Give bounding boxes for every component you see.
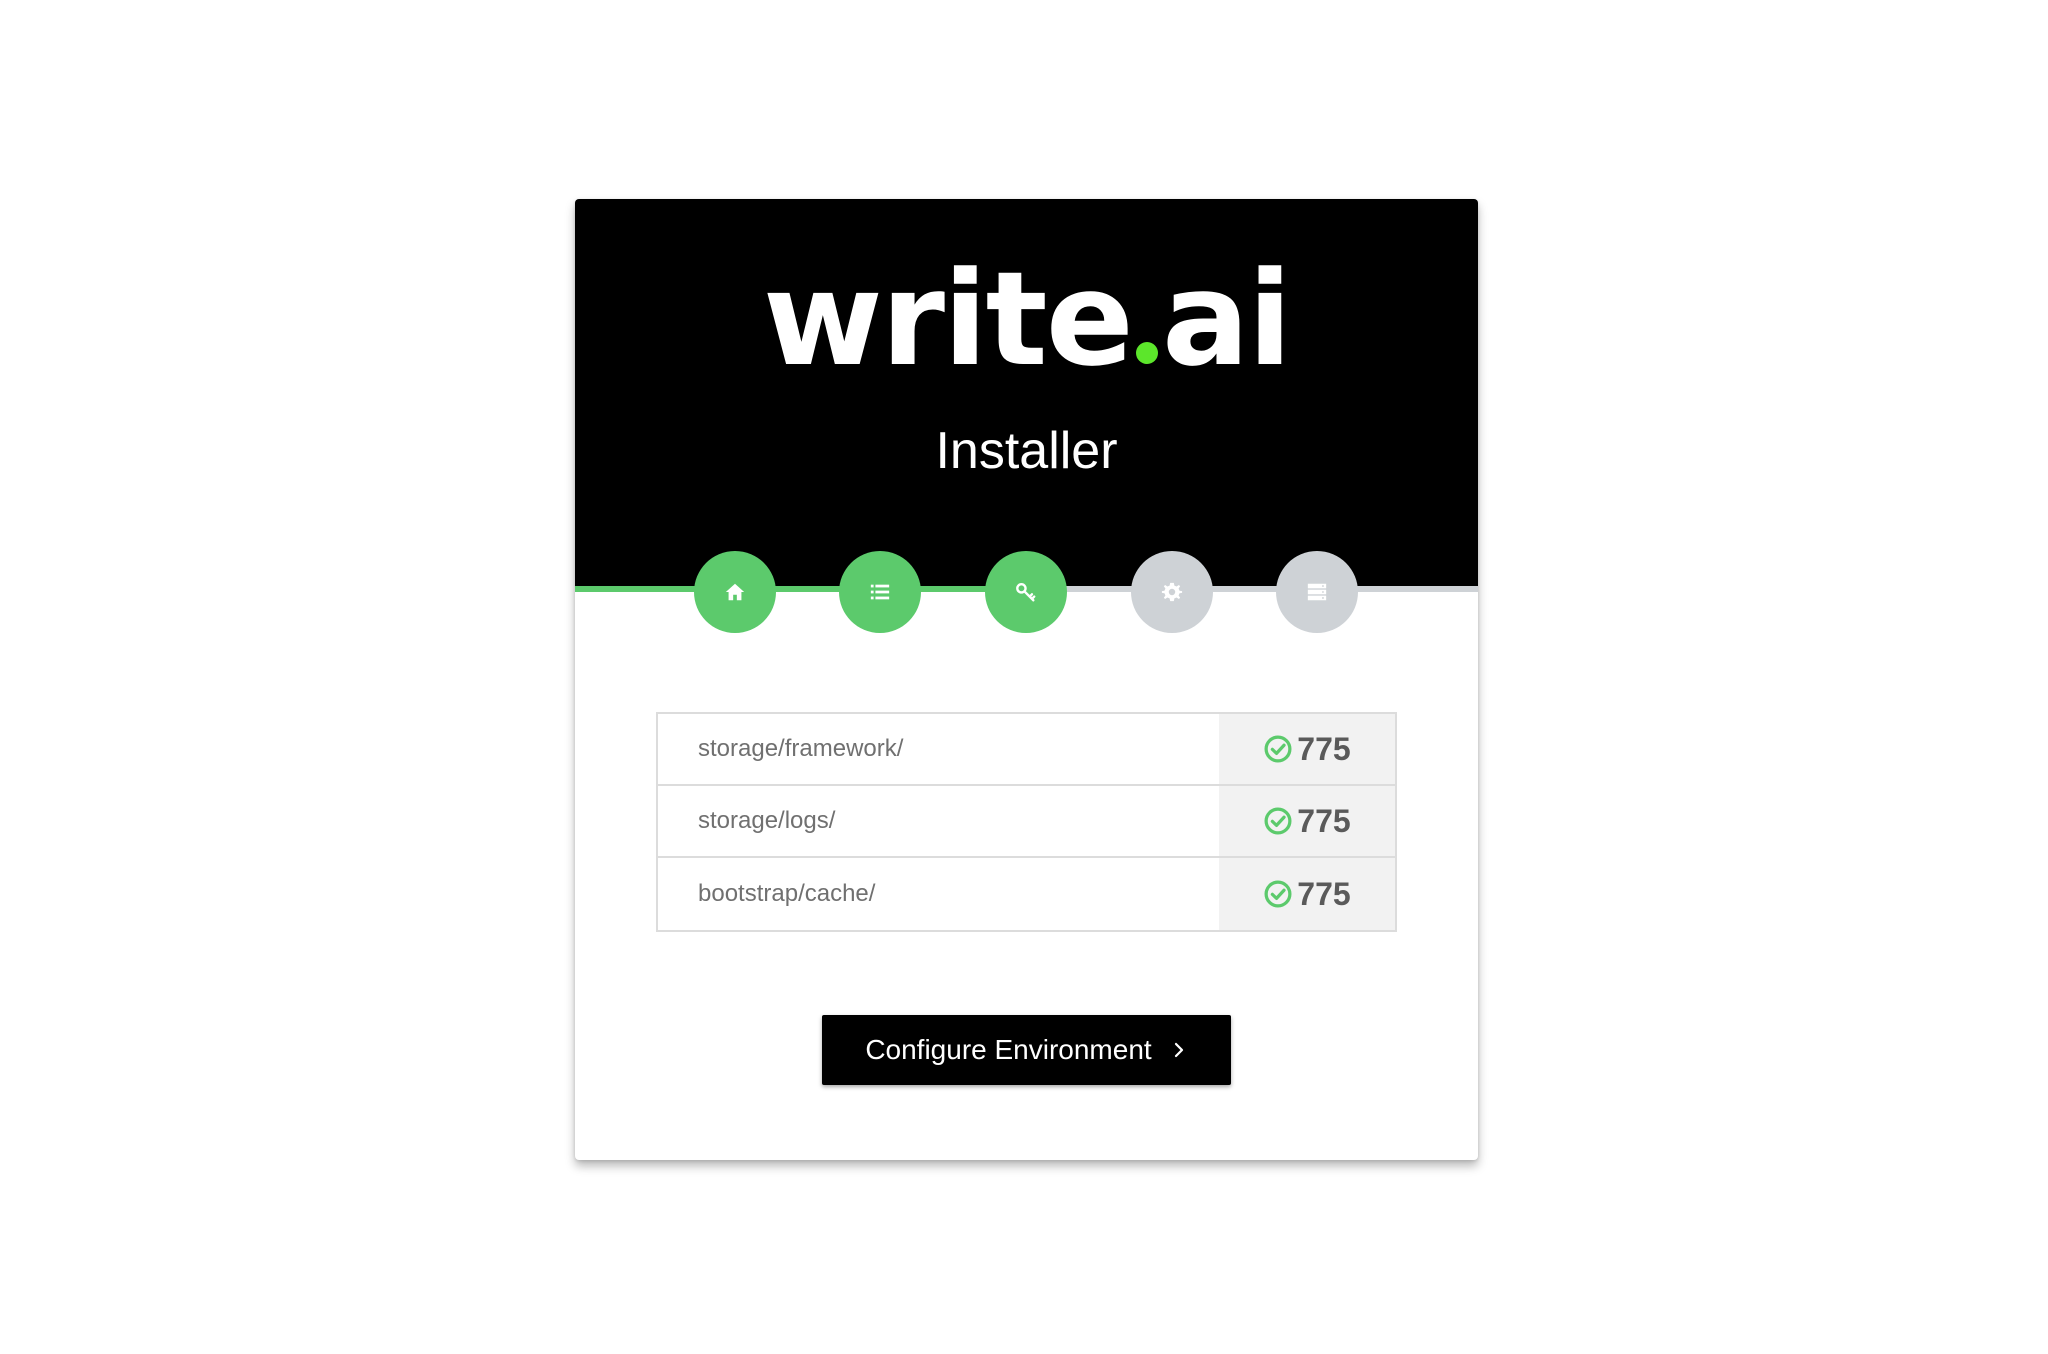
page-title: Installer [935, 422, 1118, 480]
logo-dot [1135, 342, 1158, 364]
permission-status: 775 [1219, 786, 1395, 856]
permission-value: 775 [1297, 875, 1351, 912]
logo: write ai [575, 249, 1478, 389]
table-row: bootstrap/cache/ 775 [658, 858, 1395, 930]
permission-path: storage/logs/ [698, 807, 836, 834]
step-requirements[interactable] [839, 551, 921, 633]
step-permissions[interactable] [985, 551, 1067, 633]
key-icon [1016, 583, 1036, 602]
check-circle-icon [1264, 735, 1292, 763]
button-label: Configure Environment [865, 1034, 1152, 1065]
permissions-table: storage/framework/ 775 storage/logs/ 775… [656, 712, 1397, 932]
installer-header: write ai Installer [575, 199, 1478, 590]
list-icon [870, 584, 890, 600]
step-environment[interactable] [1131, 551, 1213, 633]
permission-value: 775 [1297, 802, 1351, 839]
step-welcome[interactable] [694, 551, 776, 633]
permission-path: bootstrap/cache/ [698, 880, 876, 907]
logo-text-suffix: ai [1161, 243, 1292, 395]
installer-card: write ai Installer storage/framework/ 77… [575, 199, 1478, 1160]
gear-icon [1161, 582, 1183, 602]
permission-path: storage/framework/ [698, 735, 904, 762]
chevron-right-icon [1174, 1042, 1183, 1058]
logo-text-main: write [762, 243, 1134, 395]
configure-environment-button[interactable]: Configure Environment [822, 1015, 1231, 1085]
home-icon [725, 583, 745, 601]
check-circle-icon [1264, 807, 1292, 835]
check-circle-icon [1264, 880, 1292, 908]
step-indicators [575, 551, 1478, 633]
table-row: storage/logs/ 775 [658, 786, 1395, 858]
server-icon [1307, 583, 1327, 601]
permission-status: 775 [1219, 858, 1395, 930]
permission-value: 775 [1297, 730, 1351, 767]
table-row: storage/framework/ 775 [658, 714, 1395, 786]
step-final[interactable] [1276, 551, 1358, 633]
permission-status: 775 [1219, 714, 1395, 784]
